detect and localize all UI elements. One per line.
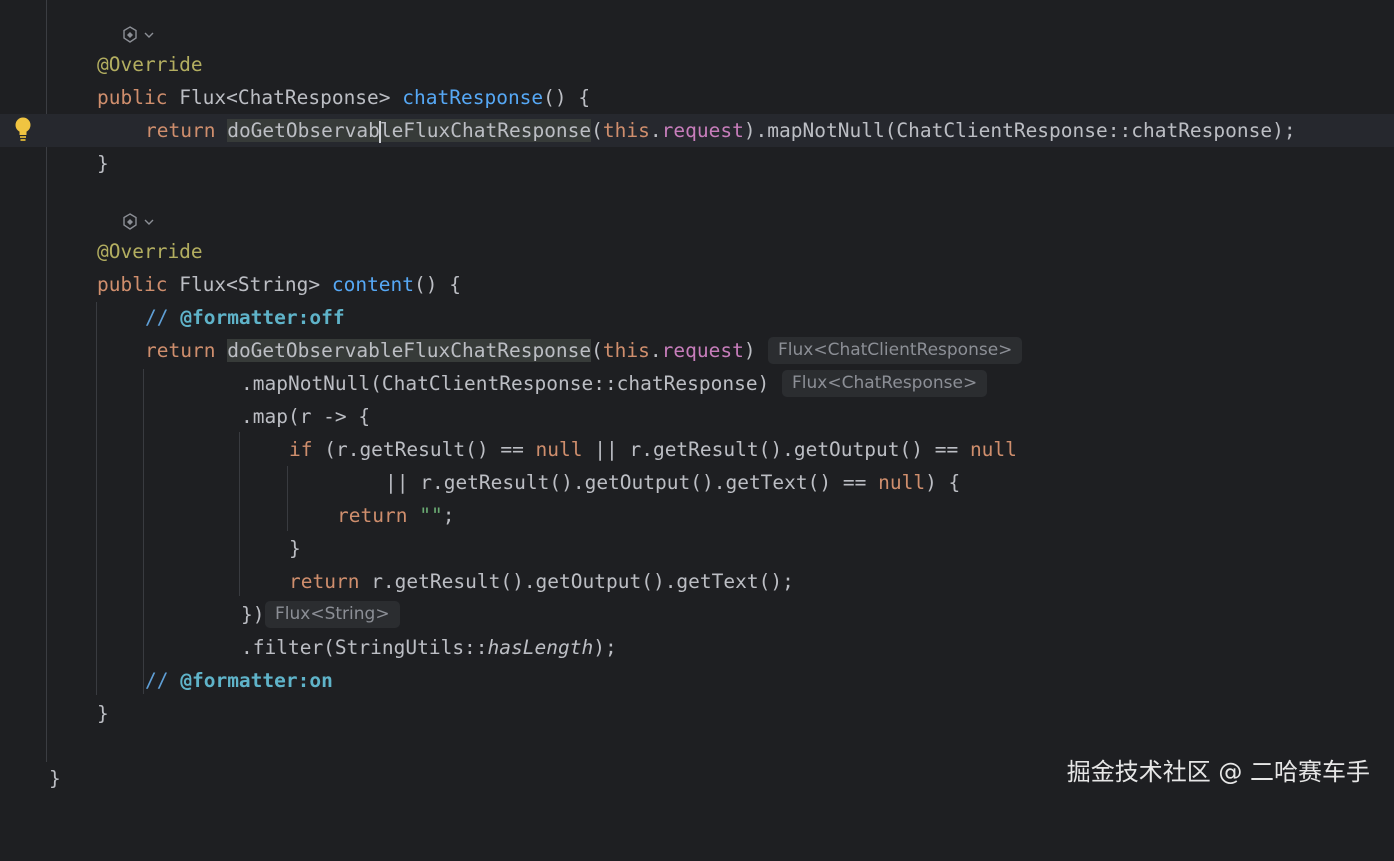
method-reference: hasLength [487,636,594,659]
annotation-override: @Override [97,53,203,76]
implements-method-icon [123,26,137,43]
method-signature: public Flux<String> content() { [97,268,461,301]
comment: // @formatter:on [145,664,333,697]
method-signature: public Flux<ChatResponse> chatResponse()… [97,81,590,114]
formatter-tag: @formatter:off [180,306,345,329]
condition-part: (r.getResult() == [312,438,536,461]
method-call-highlight: doGetObservableFluxChatResponse [227,119,592,143]
keyword-null: null [969,438,1017,461]
code-line: || r.getResult().getOutput().getText() =… [0,466,1394,499]
string-literal: "" [419,504,443,527]
dot: . [649,339,662,362]
code-line: public Flux<ChatResponse> chatResponse()… [0,81,1394,114]
closing-brace: } [289,537,301,560]
comment-slashes: // [145,669,181,692]
paren: ( [591,119,603,142]
filter-call-part: ); [593,636,617,659]
code-line: // @formatter:off [0,301,1394,334]
comment: // @formatter:off [145,301,345,334]
filter-call-part: .filter(StringUtils:: [241,636,488,659]
method-name-part: leFluxChatResponse [379,119,592,142]
code-line: } [0,532,1394,565]
paren: ( [591,339,603,362]
statement-rest: ).mapNotNull(ChatClientResponse::chatRes… [743,119,1296,142]
code-editor[interactable]: @Override public Flux<ChatResponse> chat… [0,0,1394,808]
keyword-this: this [602,339,650,362]
code-line: @Override [0,48,1394,81]
formatter-tag: @formatter:on [180,669,333,692]
code-line: .filter(StringUtils::hasLength); [0,631,1394,664]
code-line: public Flux<String> content() { [0,268,1394,301]
keyword-return: return [145,339,216,362]
code-line: } [0,147,1394,180]
closing-brace: } [97,152,109,175]
condition-part: ) { [925,471,961,494]
return-statement: return r.getResult().getOutput().getText… [289,565,794,598]
keyword-if: if [289,438,313,461]
type-inlay-hint[interactable]: Flux<ChatResponse> [782,370,988,397]
chevron-down-icon [144,219,154,225]
condition-part: || r.getResult().getOutput().getText() =… [385,471,879,494]
method-name: chatResponse [402,86,544,109]
code-line: .mapNotNull(ChatClientResponse::chatResp… [0,367,1394,400]
watermark: 掘金技术社区 @ 二哈赛车手 [1066,758,1370,786]
current-code-line[interactable]: return doGetObservableFluxChatResponse(t… [0,114,1394,147]
code-line: }) Flux<String> [0,598,1394,631]
keyword-public: public [97,86,168,109]
chevron-down-icon [144,32,154,38]
keyword-return: return [289,570,360,593]
method-call-highlight: doGetObservableFluxChatResponse [227,339,592,362]
semicolon: ; [442,504,455,527]
method-name: content [331,273,415,296]
implements-method-marker[interactable] [120,212,154,232]
type-inlay-hint[interactable]: Flux<String> [265,601,400,628]
return-statement: return doGetObservableFluxChatResponse(t… [145,114,1296,147]
code-line: @Override [0,235,1394,268]
keyword-null: null [535,438,583,461]
code-line: return ""; [0,499,1394,532]
keyword-return: return [337,504,408,527]
annotation-override: @Override [97,240,203,263]
keyword-null: null [878,471,926,494]
closing-brace: } [97,702,109,725]
code-line: if (r.getResult() == null || r.getResult… [0,433,1394,466]
implements-method-icon [123,213,137,230]
implements-method-marker[interactable] [120,25,154,45]
signature-tail: () { [543,86,591,109]
type-inlay-hint[interactable]: Flux<ChatClientResponse> [768,337,1023,364]
keyword-return: return [145,119,216,142]
field-request: request [661,119,744,142]
code-line: return r.getResult().getOutput().getText… [0,565,1394,598]
code-line: // @formatter:on [0,664,1394,697]
code-line: return doGetObservableFluxChatResponse(t… [0,334,1394,367]
closing-lambda: }) [241,603,265,626]
keyword-public: public [97,273,168,296]
chained-call: .filter(StringUtils::hasLength); [241,631,617,664]
keyword-this: this [602,119,650,142]
dot: . [649,119,662,142]
code-line: } [0,697,1394,730]
lightbulb-icon[interactable] [14,116,32,142]
statement-rest: r.getResult().getOutput().getText(); [359,570,794,593]
code-line: .map(r -> { [0,400,1394,433]
paren: ) [743,339,756,362]
return-type: Flux<ChatResponse> [179,86,391,109]
field-request: request [661,339,744,362]
method-name-part: doGetObservab [227,119,380,142]
return-statement: return doGetObservableFluxChatResponse(t… [145,334,756,367]
comment-slashes: // [145,306,181,329]
if-statement: if (r.getResult() == null || r.getResult… [289,433,1017,466]
condition-continuation: || r.getResult().getOutput().getText() =… [385,466,960,499]
return-type: Flux<String> [179,273,321,296]
signature-tail: () { [414,273,461,296]
chained-call: .map(r -> { [241,405,371,428]
chained-call: .mapNotNull(ChatClientResponse::chatResp… [241,372,770,395]
closing-brace: } [49,767,61,790]
condition-part: || r.getResult().getOutput() == [582,438,970,461]
return-statement: return ""; [337,499,454,532]
